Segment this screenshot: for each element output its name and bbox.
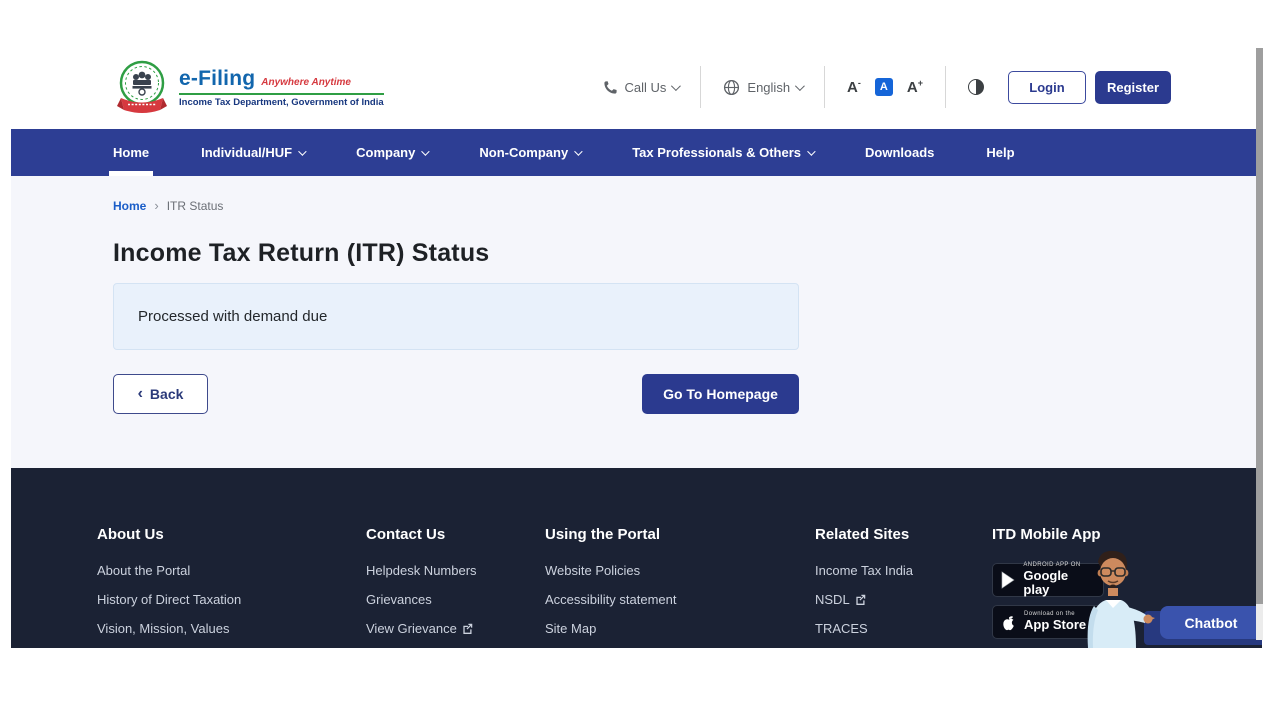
footer-heading: Related Sites (815, 526, 913, 543)
font-increase-button[interactable]: A+ (907, 78, 923, 96)
footer-heading: Contact Us (366, 526, 477, 543)
breadcrumb-home-link[interactable]: Home (113, 199, 146, 213)
footer-link-helpdesk-numbers[interactable]: Helpdesk Numbers (366, 563, 477, 578)
phone-icon (603, 80, 618, 95)
language-label: English (747, 80, 790, 95)
divider (700, 66, 701, 108)
footer-link-income-tax-india[interactable]: Income Tax India (815, 563, 913, 578)
logo-subtitle: Income Tax Department, Government of Ind… (179, 97, 384, 108)
main-nav: Home Individual/HUF Company Non-Company … (11, 129, 1262, 176)
breadcrumb: Home › ITR Status (113, 176, 1262, 213)
main-content: Home › ITR Status Income Tax Return (ITR… (11, 176, 1262, 468)
globe-icon (723, 79, 740, 96)
chevron-down-icon (422, 147, 430, 155)
site-header: e-Filing Anywhere Anytime Income Tax Dep… (11, 45, 1262, 129)
page-title: Income Tax Return (ITR) Status (113, 239, 1262, 268)
action-buttons-row: ‹ Back Go To Homepage (113, 374, 799, 414)
call-us-label: Call Us (625, 80, 667, 95)
footer-column-related-sites: Related Sites Income Tax India NSDL TRAC… (815, 526, 913, 648)
footer-column-using-the-portal: Using the Portal Website Policies Access… (545, 526, 677, 648)
register-button[interactable]: Register (1095, 71, 1171, 104)
back-button[interactable]: ‹ Back (113, 374, 208, 414)
chatbot-launcher[interactable]: Chatbot (1102, 541, 1262, 641)
nav-item-company[interactable]: Company (356, 129, 427, 176)
nav-item-individual-huf[interactable]: Individual/HUF (201, 129, 304, 176)
scrollbar-thumb[interactable] (1256, 48, 1263, 604)
footer-heading: ITD Mobile App (992, 526, 1104, 543)
language-menu[interactable]: English (723, 79, 802, 96)
external-link-icon (855, 594, 866, 605)
logo-tagline: Anywhere Anytime (261, 77, 351, 88)
font-default-button[interactable]: A (875, 78, 893, 96)
browser-canvas: e-Filing Anywhere Anytime Income Tax Dep… (0, 0, 1280, 720)
nav-item-help[interactable]: Help (986, 129, 1014, 176)
site-footer: About Us About the Portal History of Dir… (11, 468, 1262, 648)
itr-status-box: Processed with demand due (113, 283, 799, 350)
chevron-down-icon (807, 147, 815, 155)
chatbot-button[interactable]: Chatbot (1160, 606, 1262, 639)
breadcrumb-separator: › (154, 198, 158, 213)
chevron-down-icon (574, 147, 582, 155)
footer-link-accessibility-statement[interactable]: Accessibility statement (545, 592, 677, 607)
efiling-page: e-Filing Anywhere Anytime Income Tax Dep… (11, 45, 1262, 648)
chevron-down-icon (671, 81, 681, 91)
footer-column-contact-us: Contact Us Helpdesk Numbers Grievances V… (366, 526, 477, 648)
footer-link-history-of-direct-taxation[interactable]: History of Direct Taxation (97, 592, 241, 607)
nav-item-home[interactable]: Home (113, 129, 149, 176)
footer-heading: Using the Portal (545, 526, 677, 543)
logo-text: e-Filing Anywhere Anytime Income Tax Dep… (179, 67, 384, 108)
footer-link-website-policies[interactable]: Website Policies (545, 563, 677, 578)
contrast-toggle-icon[interactable] (968, 79, 984, 95)
login-button[interactable]: Login (1008, 71, 1086, 104)
footer-column-about-us: About Us About the Portal History of Dir… (97, 526, 241, 648)
chevron-down-icon (795, 81, 805, 91)
external-link-icon (462, 623, 473, 634)
nav-item-tax-professionals[interactable]: Tax Professionals & Others (632, 129, 813, 176)
footer-link-traces[interactable]: TRACES (815, 621, 913, 636)
scrollbar[interactable] (1256, 48, 1263, 640)
google-play-icon (1001, 571, 1016, 589)
breadcrumb-current: ITR Status (167, 199, 224, 213)
chevron-down-icon (298, 147, 306, 155)
font-decrease-button[interactable]: A- (847, 78, 861, 96)
chevron-left-icon: ‹ (138, 385, 143, 403)
footer-link-site-map[interactable]: Site Map (545, 621, 677, 636)
logo-title: e-Filing (179, 67, 255, 91)
go-to-homepage-button[interactable]: Go To Homepage (642, 374, 799, 414)
font-size-controls: A- A A+ (847, 78, 923, 96)
footer-link-about-the-portal[interactable]: About the Portal (97, 563, 241, 578)
divider (824, 66, 825, 108)
chatbot-assistant-avatar (1074, 548, 1159, 648)
footer-link-grievances[interactable]: Grievances (366, 592, 477, 607)
footer-link-vision-mission-values[interactable]: Vision, Mission, Values (97, 621, 241, 636)
nav-item-downloads[interactable]: Downloads (865, 129, 934, 176)
divider (945, 66, 946, 108)
apple-icon (1001, 613, 1017, 632)
itr-status-text: Processed with demand due (138, 308, 774, 325)
call-us-menu[interactable]: Call Us (603, 80, 679, 95)
footer-link-view-grievance[interactable]: View Grievance (366, 621, 477, 636)
efiling-logo[interactable]: e-Filing Anywhere Anytime Income Tax Dep… (115, 58, 384, 116)
footer-heading: About Us (97, 526, 241, 543)
footer-link-nsdl[interactable]: NSDL (815, 592, 913, 607)
header-controls: Call Us English A- A A+ (603, 45, 1172, 129)
income-tax-emblem-icon (115, 58, 169, 116)
nav-item-non-company[interactable]: Non-Company (479, 129, 580, 176)
